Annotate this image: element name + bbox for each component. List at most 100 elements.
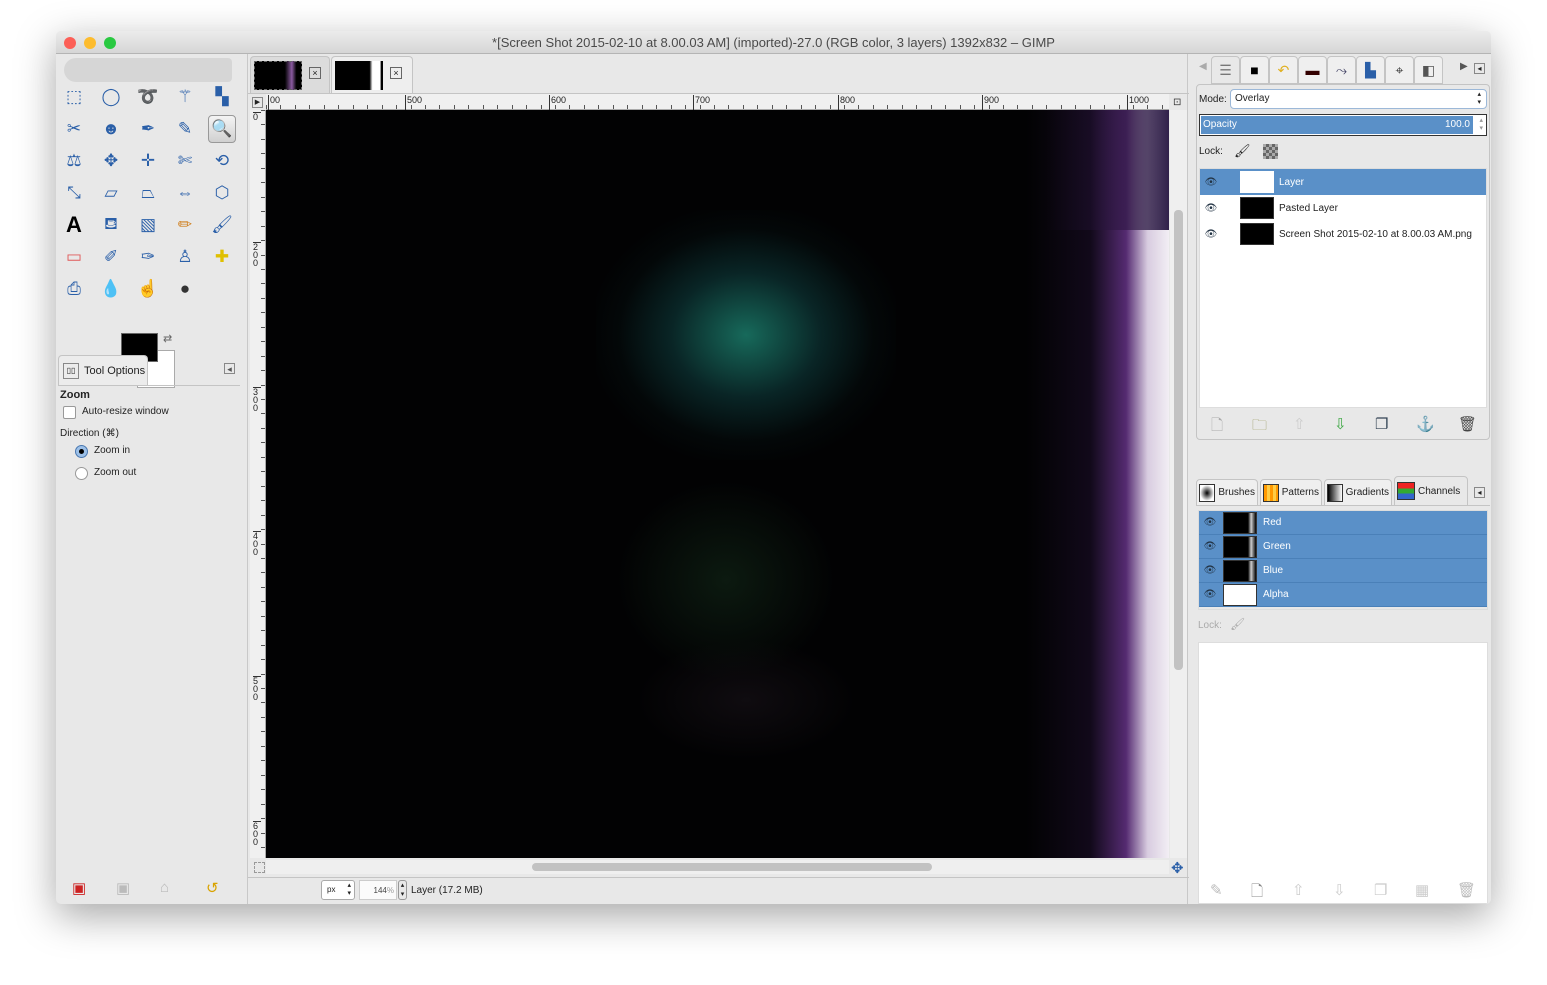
tab-patterns[interactable]: Patterns [1260,479,1322,506]
layer-row[interactable]: 👁 Pasted Layer [1200,195,1486,221]
opacity-slider[interactable]: Opacity 100.0 ▴ ▾ [1199,114,1487,136]
tab-gradients[interactable]: Gradients [1324,479,1392,506]
crop-tool[interactable]: ✄ [171,147,199,175]
zoom-input[interactable]: 144% [359,880,397,900]
horizontal-scrollbar[interactable] [266,860,1169,874]
dock-tab-paths[interactable]: ⤳ [1327,56,1356,84]
configure-tab-icon[interactable]: ◂ [1474,63,1485,74]
delete-layer-icon[interactable]: 🗑 [1458,415,1477,433]
edit-channel-icon[interactable]: ✎ [1210,881,1223,899]
scale-tool[interactable]: ⤡ [60,179,88,207]
measure-tool[interactable]: ⚖ [60,147,88,175]
pencil-tool[interactable]: ✏ [171,211,199,239]
tab-channels[interactable]: Channels [1394,476,1468,506]
visibility-eye-icon[interactable]: 👁 [1199,541,1221,552]
raise-layer-icon[interactable]: ⇧ [1293,415,1306,433]
lower-channel-icon[interactable]: ⇩ [1333,881,1346,899]
dock-tab-undo-history[interactable]: ↶ [1269,56,1298,84]
auto-resize-checkbox[interactable] [63,406,76,419]
select-by-color-tool[interactable]: ▚ [208,83,236,111]
new-layer-icon[interactable]: 🗋 [1211,415,1223,440]
minimize-window-button[interactable] [84,37,96,49]
unit-select[interactable]: px ▴ ▾ [321,880,355,900]
lower-layer-icon[interactable]: ⇩ [1334,415,1347,433]
eraser-tool[interactable]: ▭ [60,243,88,271]
tab-tool-options[interactable]: ▯▯ Tool Options [58,355,148,385]
zoom-tool[interactable]: 🔍 [208,115,236,143]
close-window-button[interactable] [64,37,76,49]
ink-tool[interactable]: ✑ [134,243,162,271]
paths-tool[interactable]: ✒ [134,115,162,143]
color-picker-tool[interactable]: ✎ [171,115,199,143]
scroll-tabs-left-icon[interactable]: ◀ [1199,61,1207,72]
save-tool-options-icon[interactable]: ▣ [72,879,86,897]
swap-colors-icon[interactable]: ⇄ [163,332,172,345]
new-layer-group-icon[interactable]: 🗀 [1252,415,1267,440]
zoom-out-radio[interactable] [75,467,88,480]
channel-row[interactable]: 👁 Alpha [1199,583,1487,607]
lock-pixels-icon[interactable]: 🖌 [1234,143,1251,159]
quick-mask-toggle[interactable] [254,862,265,873]
channel-row[interactable]: 👁 Red [1199,511,1487,535]
layer-row[interactable]: 👁 Layer [1200,169,1486,195]
image-tab-2[interactable]: × [331,56,413,93]
image-canvas[interactable] [266,110,1169,858]
lock-pixels-icon[interactable]: 🖌 [1230,617,1245,631]
flip-tool[interactable]: ⇔ [171,179,199,207]
duplicate-layer-icon[interactable]: ❐ [1375,415,1388,433]
visibility-eye-icon[interactable]: 👁 [1199,565,1221,576]
rotate-tool[interactable]: ⟲ [208,147,236,175]
airbrush-tool[interactable]: ✐ [97,243,125,271]
close-tab-icon[interactable]: × [390,67,402,79]
visibility-eye-icon[interactable]: 👁 [1200,203,1222,214]
text-tool[interactable]: A [60,211,88,239]
scissors-tool[interactable]: ✂ [60,115,88,143]
lock-alpha-icon[interactable] [1263,144,1278,159]
dock-tab-histogram[interactable]: ▙ [1356,56,1385,84]
dock-tab-layers[interactable]: ☰ [1211,56,1240,84]
blur-tool[interactable]: 💧 [97,275,125,303]
rect-select-tool[interactable]: ⬚ [60,83,88,111]
maximize-window-button[interactable] [104,37,116,49]
zoom-stepper[interactable]: ▴ ▾ [398,880,407,900]
zoom-image-icon[interactable]: ⊡ [1173,97,1181,108]
channel-row[interactable]: 👁 Green [1199,535,1487,559]
close-tab-icon[interactable]: × [309,67,321,79]
perspective-tool[interactable]: ⏢ [134,179,162,207]
image-tab-1[interactable]: × [250,56,330,93]
dodge-burn-tool[interactable]: ● [171,275,199,303]
channel-to-selection-icon[interactable]: ▦ [1415,881,1429,899]
configure-tab-icon[interactable]: ◂ [224,363,235,374]
visibility-eye-icon[interactable]: 👁 [1200,177,1222,188]
free-select-tool[interactable]: ➰ [134,83,162,111]
layer-row[interactable]: 👁 Screen Shot 2015-02-10 at 8.00.03 AM.pn… [1200,221,1486,247]
mode-select[interactable]: Overlay ▴ ▾ [1230,89,1487,109]
vertical-scrollbar[interactable] [1170,110,1187,858]
zoom-in-radio[interactable] [75,445,88,458]
perspective-clone-tool[interactable]: ⎙ [60,275,88,303]
heal-tool[interactable]: ✚ [208,243,236,271]
bucket-fill-tool[interactable]: ⛾ [97,211,125,239]
dock-tab-channels-preview[interactable]: ■ [1240,56,1269,84]
restore-tool-options-icon[interactable]: ▣ [116,879,130,897]
navigate-icon[interactable]: ✥ [1171,859,1184,877]
ellipse-select-tool[interactable]: ◯ [97,83,125,111]
visibility-eye-icon[interactable]: 👁 [1199,589,1221,600]
blend-tool[interactable]: ▧ [134,211,162,239]
new-channel-icon[interactable]: 🗋 [1251,881,1263,904]
configure-tab-icon[interactable]: ◂ [1474,487,1485,498]
clone-tool[interactable]: ♙ [171,243,199,271]
paintbrush-tool[interactable]: 🖌 [208,211,236,239]
align-tool[interactable]: ✛ [134,147,162,175]
raise-channel-icon[interactable]: ⇧ [1292,881,1305,899]
move-tool[interactable]: ✥ [97,147,125,175]
cage-transform-tool[interactable]: ⬡ [208,179,236,207]
shear-tool[interactable]: ▱ [97,179,125,207]
visibility-eye-icon[interactable]: 👁 [1199,517,1221,528]
scroll-tabs-right-icon[interactable]: ▶ [1460,61,1468,72]
fuzzy-select-tool[interactable]: ⚚ [171,83,199,111]
visibility-eye-icon[interactable]: 👁 [1200,229,1222,240]
smudge-tool[interactable]: ☝ [134,275,162,303]
dock-tab-image-preview[interactable]: ▬ [1298,56,1327,84]
anchor-layer-icon[interactable]: ⚓ [1416,415,1435,433]
